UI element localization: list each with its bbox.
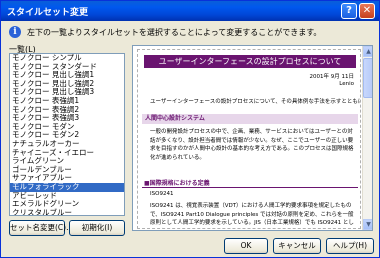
preview-scrollbar[interactable]: ▲ ▼ — [362, 46, 372, 230]
doc-section1-body: 一般の開発設計プロセスの中で、企画、業務、サービスにおいてはユーザーとの対話が多… — [150, 129, 354, 161]
preview-page: ユーザーインターフェースの設計プロセスについて 2001年 9月 11日 Len… — [137, 49, 361, 229]
ok-button[interactable]: OK — [224, 238, 268, 254]
doc-intro: ユーザーインターフェースの設計プロセスについて、その具体例な手法を示すとともに、 — [150, 99, 361, 105]
style-set-dialog: スタイルセット変更 ? ✕ i 左下の一覧よりスタイルセットを選択することによっ… — [0, 0, 380, 258]
doc-section2-heading: ■国際規格における定義 — [144, 180, 210, 187]
close-icon[interactable]: ✕ — [359, 3, 375, 19]
scroll-up-icon[interactable]: ▲ — [363, 46, 372, 57]
doc-section2-sub: ISO9241 — [150, 191, 174, 197]
instruction-text: 左下の一覧よりスタイルセットを選択することによって変更することができます。 — [27, 28, 322, 37]
cancel-button[interactable]: キャンセル — [273, 238, 321, 254]
list-item[interactable]: クリスタルブルー — [10, 208, 124, 215]
reset-button[interactable]: 初期化(I) — [69, 220, 125, 236]
scroll-thumb[interactable] — [363, 58, 372, 98]
doc-title: ユーザーインターフェースの設計プロセスについて — [144, 55, 356, 68]
help-button[interactable]: ヘルプ(H) — [326, 238, 374, 254]
doc-date: 2001年 9月 11日 — [309, 74, 355, 80]
window-title: スタイルセット変更 — [7, 8, 89, 18]
doc-divider — [142, 187, 358, 188]
style-set-list[interactable]: モノクロー シンプル モノクロー スタンダード モノクロー 見出し強調1 モノクロー … — [9, 53, 125, 216]
title-bar: スタイルセット変更 ? ✕ — [1, 1, 379, 21]
scroll-down-icon[interactable]: ▼ — [363, 219, 372, 230]
doc-section2-body: ISO9241 は、視覚表示装置（VDT）における人間工学的要求事項を規定したも… — [150, 203, 354, 226]
style-preview: ユーザーインターフェースの設計プロセスについて 2001年 9月 11日 Len… — [132, 45, 373, 231]
help-icon[interactable]: ? — [341, 3, 357, 19]
doc-section1-heading: 人間中心設計システム — [142, 114, 358, 124]
doc-author: Lenio — [339, 81, 354, 87]
rename-set-button[interactable]: セット名変更(C)... — [9, 220, 73, 236]
info-icon: i — [9, 26, 21, 38]
